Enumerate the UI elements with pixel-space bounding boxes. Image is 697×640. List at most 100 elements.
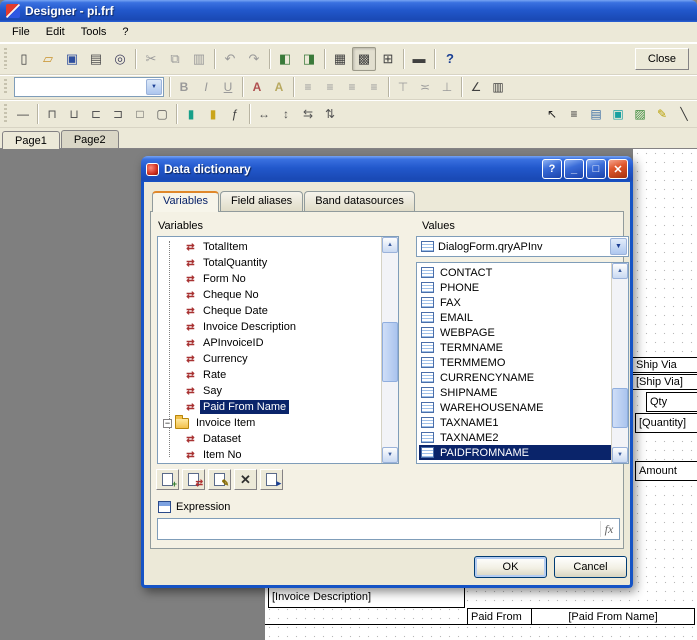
frame-none-icon[interactable]: ▢ xyxy=(151,103,173,124)
tree-item[interactable]: ⇄ Item No xyxy=(160,447,381,463)
line-style-icon[interactable]: ― xyxy=(12,103,34,124)
delete-variable-button[interactable]: ✕ xyxy=(234,469,257,490)
values-list-item[interactable]: SHIPNAME xyxy=(419,385,611,400)
tree-item[interactable]: ⇄ Currency xyxy=(160,351,381,367)
dialog-close-button[interactable]: ✕ xyxy=(608,159,628,179)
values-list-item[interactable]: CONTACT xyxy=(419,265,611,280)
scroll-up-button[interactable]: ▲ xyxy=(382,237,398,253)
paid-from-name-field[interactable]: [Paid From Name] xyxy=(531,608,695,625)
size-width-icon[interactable]: ↔ xyxy=(253,103,275,124)
scroll-up-button[interactable]: ▲ xyxy=(612,263,628,279)
tree-item[interactable]: ⇄ TotalItem xyxy=(160,239,381,255)
values-scrollbar[interactable]: ▲ ▼ xyxy=(611,263,628,463)
values-list-item[interactable]: PHONE xyxy=(419,280,611,295)
values-list-item[interactable]: PAIDFROMNAME xyxy=(419,445,611,460)
ungroup-icon[interactable]: ◨ xyxy=(297,47,321,71)
tree-item[interactable]: ⇄ Rate xyxy=(160,367,381,383)
browse-variables-button[interactable]: ▸ xyxy=(260,469,283,490)
line-object-icon[interactable]: ╲ xyxy=(673,103,695,124)
frame-left-icon[interactable]: ⊏ xyxy=(85,103,107,124)
ship-via-label[interactable]: Ship Via xyxy=(632,357,697,373)
page-tab-page1[interactable]: Page1 xyxy=(2,131,60,149)
values-list-item[interactable]: TAXNAME2 xyxy=(419,430,611,445)
tree-item[interactable]: ⇄ Say xyxy=(160,383,381,399)
scrollbar-thumb[interactable] xyxy=(382,322,398,382)
values-list-item[interactable]: CURRENCYNAME xyxy=(419,370,611,385)
picture-object-icon[interactable]: ▨ xyxy=(629,103,651,124)
values-list-item[interactable]: EMAIL xyxy=(419,310,611,325)
values-list-item[interactable]: TERMNAME xyxy=(419,340,611,355)
quantity-field[interactable]: [Quantity] xyxy=(635,413,697,433)
values-list-item[interactable]: TAXNAME1 xyxy=(419,415,611,430)
open-report-icon[interactable]: ▱ xyxy=(36,47,60,71)
dataset-combo[interactable]: DialogForm.qryAPInv ▼ xyxy=(416,236,629,257)
text-object-icon[interactable]: ≡ xyxy=(563,103,585,124)
new-report-icon[interactable]: ▯ xyxy=(12,47,36,71)
values-list-item[interactable]: FAX xyxy=(419,295,611,310)
scrollbar-thumb[interactable] xyxy=(612,388,628,428)
tree-item[interactable]: ⇄ Form No xyxy=(160,271,381,287)
amount-header[interactable]: Amount xyxy=(635,461,697,481)
dialog-minimize-button[interactable]: _ xyxy=(564,159,584,179)
menu-item-edit[interactable]: Edit xyxy=(38,23,73,41)
tree-item[interactable]: ⇄ Cheque Date xyxy=(160,303,381,319)
space-vertical-icon[interactable]: ⇅ xyxy=(319,103,341,124)
frame-right-icon[interactable]: ⊐ xyxy=(107,103,129,124)
tree-item[interactable]: ⇄ Dataset xyxy=(160,431,381,447)
dialog-titlebar[interactable]: Data dictionary ? _ □ ✕ xyxy=(141,156,633,182)
dialog-tab-band-datasources[interactable]: Band datasources xyxy=(304,191,415,211)
select-tool-icon[interactable]: ↖ xyxy=(541,103,563,124)
values-list-item[interactable]: TERMMEMO xyxy=(419,355,611,370)
toolbar-grip[interactable] xyxy=(4,47,7,70)
scroll-down-button[interactable]: ▼ xyxy=(382,447,398,463)
ship-via-field[interactable]: [Ship Via] xyxy=(632,374,697,390)
qty-header[interactable]: Qty xyxy=(646,392,697,412)
frame-color-icon[interactable]: ▮ xyxy=(202,103,224,124)
tree-item[interactable]: ⇄ Paid From Name xyxy=(160,399,381,415)
cancel-button[interactable]: Cancel xyxy=(554,556,627,578)
menu-item-tools[interactable]: Tools xyxy=(73,23,115,41)
expression-builder-icon[interactable]: fx xyxy=(600,521,617,537)
tree-item[interactable]: ⇄ APInvoiceID xyxy=(160,335,381,351)
space-horizontal-icon[interactable]: ⇆ xyxy=(297,103,319,124)
invoice-description-field[interactable]: [Invoice Description] xyxy=(268,586,465,608)
tree-item[interactable]: ⇄ TotalQuantity xyxy=(160,255,381,271)
context-help-icon[interactable]: ? xyxy=(438,47,462,71)
variables-tree[interactable]: ⇄ TotalItem ⇄ TotalQuantity ⇄ Form No ⇄ Cheque … xyxy=(157,236,399,464)
grid-icon[interactable]: ▦ xyxy=(328,47,352,71)
dialog-maximize-button[interactable]: □ xyxy=(586,159,606,179)
tree-expander-icon[interactable]: − xyxy=(163,418,172,428)
insert-field-icon[interactable]: ▥ xyxy=(487,77,509,98)
preview-icon[interactable]: ◎ xyxy=(108,47,132,71)
frame-bottom-icon[interactable]: ⊔ xyxy=(63,103,85,124)
toolbar-grip[interactable] xyxy=(4,104,7,123)
new-variable-button[interactable]: + xyxy=(156,469,179,490)
text-rotation-icon[interactable]: ∠ xyxy=(465,77,487,98)
insert-band-icon[interactable]: ▬ xyxy=(407,47,431,71)
close-designer-button[interactable]: Close xyxy=(634,47,689,70)
ok-button[interactable]: OK xyxy=(474,556,547,578)
edit-variable-button[interactable]: ✎ xyxy=(208,469,231,490)
group-icon[interactable]: ◧ xyxy=(273,47,297,71)
dialog-tab-variables[interactable]: Variables xyxy=(152,191,220,212)
fill-color-icon[interactable]: ▮ xyxy=(180,103,202,124)
values-list-item[interactable]: WEBPAGE xyxy=(419,325,611,340)
dialog-help-button[interactable]: ? xyxy=(542,159,562,179)
chevron-down-icon[interactable]: ▼ xyxy=(146,79,162,95)
font-settings-icon[interactable]: ƒ xyxy=(224,103,246,124)
tree-item[interactable]: ⇄ Cheque No xyxy=(160,287,381,303)
tree-folder-item[interactable]: − Invoice Item xyxy=(160,414,381,431)
toolbar-grip[interactable] xyxy=(4,78,7,96)
draw-icon[interactable]: ✎ xyxy=(651,103,673,124)
band-object-icon[interactable]: ▤ xyxy=(585,103,607,124)
frame-top-icon[interactable]: ⊓ xyxy=(41,103,63,124)
dialog-tab-field-aliases[interactable]: Field aliases xyxy=(220,191,304,211)
snap-to-grid-icon[interactable]: ▩ xyxy=(352,46,376,71)
chevron-down-icon[interactable]: ▼ xyxy=(610,238,627,255)
menu-item-file[interactable]: File xyxy=(4,23,38,41)
new-category-button[interactable]: ⇄ xyxy=(182,469,205,490)
scroll-down-button[interactable]: ▼ xyxy=(612,447,628,463)
values-list[interactable]: CONTACT PHONE FAX EMAIL WEBPAGE TERMNAME TERMM… xyxy=(416,262,629,464)
values-list-item[interactable]: WAREHOUSENAME xyxy=(419,400,611,415)
menu-item-help[interactable]: ? xyxy=(114,23,136,41)
